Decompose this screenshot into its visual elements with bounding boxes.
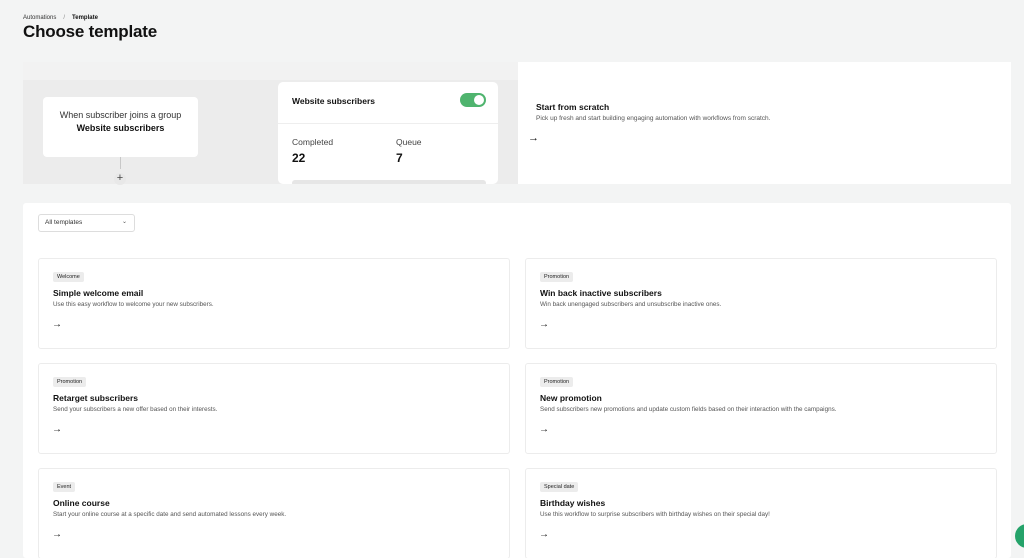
template-description: Send your subscribers a new offer based … (53, 406, 218, 413)
queue-label: Queue (396, 137, 422, 147)
template-filter-select[interactable]: All templates ⌄ (38, 214, 135, 232)
page-title: Choose template (23, 22, 157, 41)
template-card[interactable]: Promotion Win back inactive subscribers … (525, 258, 997, 349)
breadcrumb-current: Template (72, 15, 98, 21)
template-card[interactable]: Event Online course Start your online co… (38, 468, 510, 558)
arrow-right-icon[interactable]: → (528, 132, 539, 144)
trigger-group-name: Website subscribers (76, 122, 165, 133)
filter-value: All templates (45, 219, 83, 226)
template-title: Simple welcome email (53, 288, 144, 298)
arrow-right-icon[interactable]: → (52, 424, 62, 435)
template-title: New promotion (540, 393, 602, 403)
progress-bar (292, 180, 486, 184)
breadcrumb: Automations / Template (23, 15, 98, 21)
category-badge: Promotion (540, 272, 574, 282)
arrow-right-icon[interactable]: → (52, 319, 62, 330)
arrow-right-icon[interactable]: → (539, 319, 549, 330)
completed-value: 22 (292, 151, 306, 165)
preview-top-tint (23, 62, 518, 80)
stats-card-title: Website subscribers (292, 96, 375, 106)
template-card[interactable]: Special date Birthday wishes Use this wo… (525, 468, 997, 558)
template-card[interactable]: Promotion New promotion Send subscribers… (525, 363, 997, 454)
add-step-button[interactable]: + (114, 173, 126, 185)
template-card[interactable]: Promotion Retarget subscribers Send your… (38, 363, 510, 454)
templates-panel: All templates ⌄ Welcome Simple welcome e… (23, 203, 1011, 558)
template-description: Use this easy workflow to welcome your n… (53, 301, 214, 308)
arrow-right-icon[interactable]: → (52, 529, 62, 540)
template-title: Win back inactive subscribers (540, 288, 662, 298)
scratch-title: Start from scratch (536, 102, 610, 112)
chevron-down-icon: ⌄ (121, 219, 127, 225)
breadcrumb-separator: / (63, 15, 66, 21)
category-badge: Event (53, 482, 76, 492)
enable-toggle[interactable] (460, 93, 486, 107)
template-title: Online course (53, 498, 110, 508)
category-badge: Promotion (540, 377, 574, 387)
trigger-text: When subscriber joins a group (59, 110, 182, 120)
chat-support-button[interactable] (1015, 524, 1024, 548)
hero-section: When subscriber joins a group Website su… (23, 62, 1011, 185)
queue-value: 7 (396, 151, 403, 165)
arrow-right-icon[interactable]: → (539, 424, 549, 435)
template-card[interactable]: Welcome Simple welcome email Use this ea… (38, 258, 510, 349)
breadcrumb-automations-link[interactable]: Automations (23, 15, 56, 21)
category-badge: Special date (540, 482, 579, 492)
arrow-right-icon[interactable]: → (539, 529, 549, 540)
category-badge: Welcome (53, 272, 84, 282)
template-description: Send subscribers new promotions and upda… (540, 406, 837, 413)
workflow-preview: When subscriber joins a group Website su… (23, 62, 518, 185)
start-from-scratch-card[interactable]: Start from scratch Pick up fresh and sta… (518, 62, 1011, 184)
category-badge: Promotion (53, 377, 87, 387)
template-title: Birthday wishes (540, 498, 606, 508)
trigger-card: When subscriber joins a group Website su… (43, 97, 198, 157)
template-description: Use this workflow to surprise subscriber… (540, 511, 770, 518)
template-description: Start your online course at a specific d… (53, 511, 287, 518)
completed-label: Completed (292, 137, 334, 147)
toggle-knob (474, 95, 484, 105)
scratch-description: Pick up fresh and start building engagin… (536, 115, 771, 122)
stats-card: Website subscribers Completed 22 Queue 7 (278, 82, 498, 184)
divider (278, 123, 498, 124)
connector-line (120, 157, 121, 169)
template-description: Win back unengaged subscribers and unsub… (540, 301, 722, 308)
template-title: Retarget subscribers (53, 393, 139, 403)
